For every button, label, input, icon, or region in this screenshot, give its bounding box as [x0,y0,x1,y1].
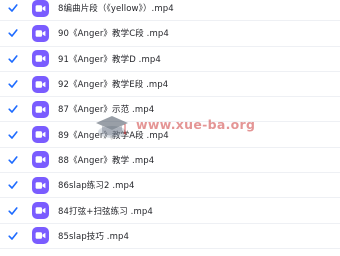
video-file-icon [32,50,49,68]
video-file-icon [32,176,49,194]
video-file-icon [32,75,49,93]
checkmark-icon [8,232,18,240]
video-file-icon [32,151,49,169]
row-checkbox[interactable] [7,205,19,217]
file-name: 85slap技巧 .mp4 [58,231,129,242]
row-checkbox[interactable] [7,103,19,115]
video-file-icon [32,24,49,42]
checkmark-icon [8,105,18,114]
row-checkbox[interactable] [7,154,19,166]
file-name: 86slap练习2 .mp4 [58,181,135,192]
file-row-4[interactable]: 92《Anger》教学E段 .mp4 [0,72,340,98]
file-row-7[interactable]: 88《Anger》教学 .mp4 [0,148,340,174]
row-checkbox[interactable] [7,27,19,39]
row-checkbox[interactable] [7,78,19,90]
file-list: 8编曲片段（《yellow》）.mp4 90《Anger》教学C段 .mp4 9… [0,0,340,256]
file-row-9[interactable]: 84打弦+扫弦练习 .mp4 [0,198,340,224]
file-row-8[interactable]: 86slap练习2 .mp4 [0,173,340,199]
row-checkbox[interactable] [7,129,19,141]
video-file-icon [32,0,49,17]
checkmark-icon [8,181,18,190]
file-name: 90《Anger》教学C段 .mp4 [58,29,169,40]
row-checkbox[interactable] [7,2,19,14]
file-name: 91《Anger》教学D .mp4 [58,54,161,65]
file-row-10[interactable]: 85slap技巧 .mp4 [0,224,340,249]
file-row-6[interactable]: 89《Anger》教学A段 .mp4 [0,122,340,148]
checkmark-icon [8,156,18,164]
file-name: 89《Anger》教学A段 .mp4 [58,130,169,141]
video-file-icon [32,100,49,118]
file-row-5[interactable]: 87《Anger》示范 .mp4 [0,97,340,123]
checkmark-icon [8,54,18,63]
video-file-icon [32,126,49,144]
checkmark-icon [8,130,18,139]
video-file-icon [32,202,49,220]
video-file-icon [32,227,49,245]
file-row-3[interactable]: 91《Anger》教学D .mp4 [0,47,340,72]
checkmark-icon [8,80,18,88]
checkmark-icon [8,29,18,38]
checkmark-icon [8,206,18,215]
file-name: 92《Anger》教学E段 .mp4 [58,80,169,91]
file-row-2[interactable]: 90《Anger》教学C段 .mp4 [0,21,340,47]
file-name: 84打弦+扫弦练习 .mp4 [58,206,153,217]
row-checkbox[interactable] [7,53,19,65]
file-row-1[interactable]: 8编曲片段（《yellow》）.mp4 [0,0,340,22]
file-name: 88《Anger》教学 .mp4 [58,155,155,166]
row-checkbox[interactable] [7,230,19,242]
file-name: 87《Anger》示范 .mp4 [58,105,155,116]
row-checkbox[interactable] [7,179,19,191]
checkmark-icon [8,4,18,12]
file-name: 8编曲片段（《yellow》）.mp4 [58,4,174,15]
